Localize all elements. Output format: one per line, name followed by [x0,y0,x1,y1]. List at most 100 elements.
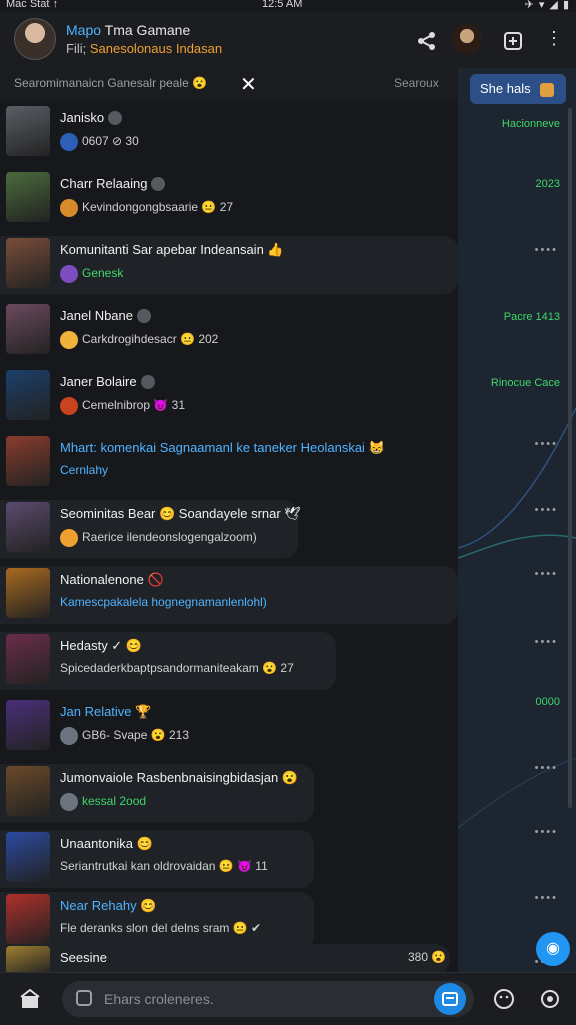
send-button[interactable] [434,983,466,1015]
search-filter-bar: Searomimanaicn Ganesalr peale 😮 ✕ Searou… [0,68,458,100]
contact-name: Unaantonika 😊 [60,836,153,851]
message-input[interactable]: Ehars croleneres. [62,981,474,1017]
contact-name: Jumonvaiole Rasbenbnaisingbidasjan 😮 [60,770,299,785]
contact-avatar [6,502,50,552]
contact-avatar [6,634,50,684]
panel-action-button[interactable]: She hals [470,74,566,104]
contact-avatar [6,106,50,156]
list-item[interactable]: Jumonvaiole Rasbenbnaisingbidasjan 😮 kes… [0,760,458,824]
verified-icon [151,176,166,191]
message-preview: 0607 ⊘ 30 [60,133,139,151]
status-icon [60,793,78,811]
message-preview: Genesk [60,265,123,283]
add-box-icon[interactable] [502,30,524,52]
contact-avatar [6,172,50,222]
title-part-1: Mapo [66,22,102,38]
compose-icon [76,990,92,1006]
panel-dots: •••• [534,438,558,450]
panel-dots: •••• [534,636,558,648]
user-avatar[interactable] [452,24,482,54]
clock: 12:5 AM [262,0,303,10]
message-preview: Seriantrutkai kan oldrovaidan 😐 😈 11 [60,859,268,873]
list-item[interactable]: Janisko 0607 ⊘ 30 [0,100,458,164]
contact-avatar [6,304,50,354]
contact-avatar [6,946,50,972]
contact-name: Near Rehahy 😊 [60,898,157,913]
title-part-2: Tma Gamane [104,22,191,38]
status-icon [60,397,78,415]
list-item[interactable]: Komunitanti Sar apebar Indeansain 👍 Gene… [0,232,458,296]
list-item[interactable]: Seesine 380 😮 [0,940,458,972]
contact-name: Jan Relative 🏆 [60,704,152,719]
panel-item: 2023 [535,178,560,190]
emoji-icon[interactable] [492,987,516,1011]
contact-name: Janisko [60,110,123,126]
contact-avatar [6,832,50,882]
panel-dots: •••• [534,826,558,838]
message-preview: Cemelnibrop 😈 31 [60,397,185,415]
contact-avatar [6,370,50,420]
panel-item: 0000 [535,696,560,708]
channel-title[interactable]: Mapo Tma Gamane [66,22,190,38]
status-icon [60,727,78,745]
contact-name: Charr Relaaing [60,176,166,192]
more-vert-icon[interactable]: ⋮ [545,28,563,52]
status-icon [60,265,78,283]
verified-icon [140,374,155,389]
panel-dots: •••• [534,892,558,904]
channel-subtitle: Fili; Sanesolonaus Indasan [66,41,222,56]
channel-avatar[interactable] [14,18,56,60]
panel-item: Hacionneve [501,118,560,130]
status-icon [60,529,78,547]
contact-avatar [6,568,50,618]
contact-avatar [6,238,50,288]
subtitle-prefix: Fili; [66,41,87,56]
contact-avatar [6,894,50,944]
contact-avatar [6,436,50,486]
contact-avatar [6,700,50,750]
side-panel: She hals Hacionneve 2023 Pacre 1413 Rino… [458,68,576,972]
message-preview: Fle deranks slon del delns sram 😐 ✔ [60,921,262,935]
background-curves [458,407,576,829]
list-item[interactable]: Jan Relative 🏆 GB6- Svape 😮 213 [0,694,458,758]
list-item[interactable]: Janel Nbane Carkdrogihdesacr 😐 202 [0,298,458,362]
verified-icon [108,110,123,125]
panel-dots: •••• [534,762,558,774]
contact-name: Mhart: komenkai Sagnaamanl ke taneker He… [60,440,385,455]
scrollbar[interactable] [568,108,572,808]
list-item[interactable]: Charr Relaaing Kevindongongbsaarie 😐 27 [0,166,458,230]
panel-dots: •••• [534,504,558,516]
status-bar: Mac Stat ↑ 12:5 AM ✈ ▾ ◢ ▮ [0,0,576,12]
clear-filter-icon[interactable]: ✕ [240,72,257,97]
share-icon[interactable] [416,30,438,52]
home-icon[interactable] [18,987,42,1011]
message-preview: Cernlahy [60,463,109,477]
contact-name: Hedasty ✓ 😊 [60,638,142,653]
message-preview: GB6- Svape 😮 213 [60,727,189,745]
carrier-label: Mac Stat ↑ [6,0,58,10]
row-trailing-count: 380 😮 [408,950,447,964]
subtitle-accent: Sanesolonaus Indasan [89,41,223,56]
message-preview: kessal 2ood [60,793,146,811]
contact-avatar [6,766,50,816]
message-preview: Kamescpakalela hognegnamanlenlohl) [60,595,267,609]
status-icon [60,133,78,151]
list-item[interactable]: Unaantonika 😊 Seriantrutkai kan oldrovai… [0,826,458,890]
verified-icon [137,308,151,323]
filter-count: Searoux [394,76,439,90]
contact-name: Nationalenone 🚫 [60,572,164,587]
list-item[interactable]: Mhart: komenkai Sagnaamanl ke taneker He… [0,430,458,494]
filter-query: Searomimanaicn Ganesalr peale 😮 [14,76,208,90]
message-preview: Kevindongongbsaarie 😐 27 [60,199,233,217]
list-item[interactable]: Nationalenone 🚫 Kamescpakalela hognegnam… [0,562,458,626]
bottom-bar: Ehars croleneres. [0,972,576,1025]
list-item[interactable]: Hedasty ✓ 😊 Spicedaderkbaptpsandormanite… [0,628,458,692]
chat-header: Mapo Tma Gamane Fili; Sanesolonaus Indas… [0,12,576,69]
floating-action-button[interactable]: ◉ [536,932,570,966]
list-item[interactable]: Seominitas Bear 😊 Soandayele srnar 🕊 Rae… [0,496,458,560]
panel-dots: •••• [534,568,558,580]
contact-name: Seominitas Bear 😊 Soandayele srnar 🕊 [60,506,301,521]
status-icon [60,331,78,349]
settings-icon[interactable] [538,987,562,1011]
list-item[interactable]: Janer Bolaire Cemelnibrop 😈 31 [0,364,458,428]
